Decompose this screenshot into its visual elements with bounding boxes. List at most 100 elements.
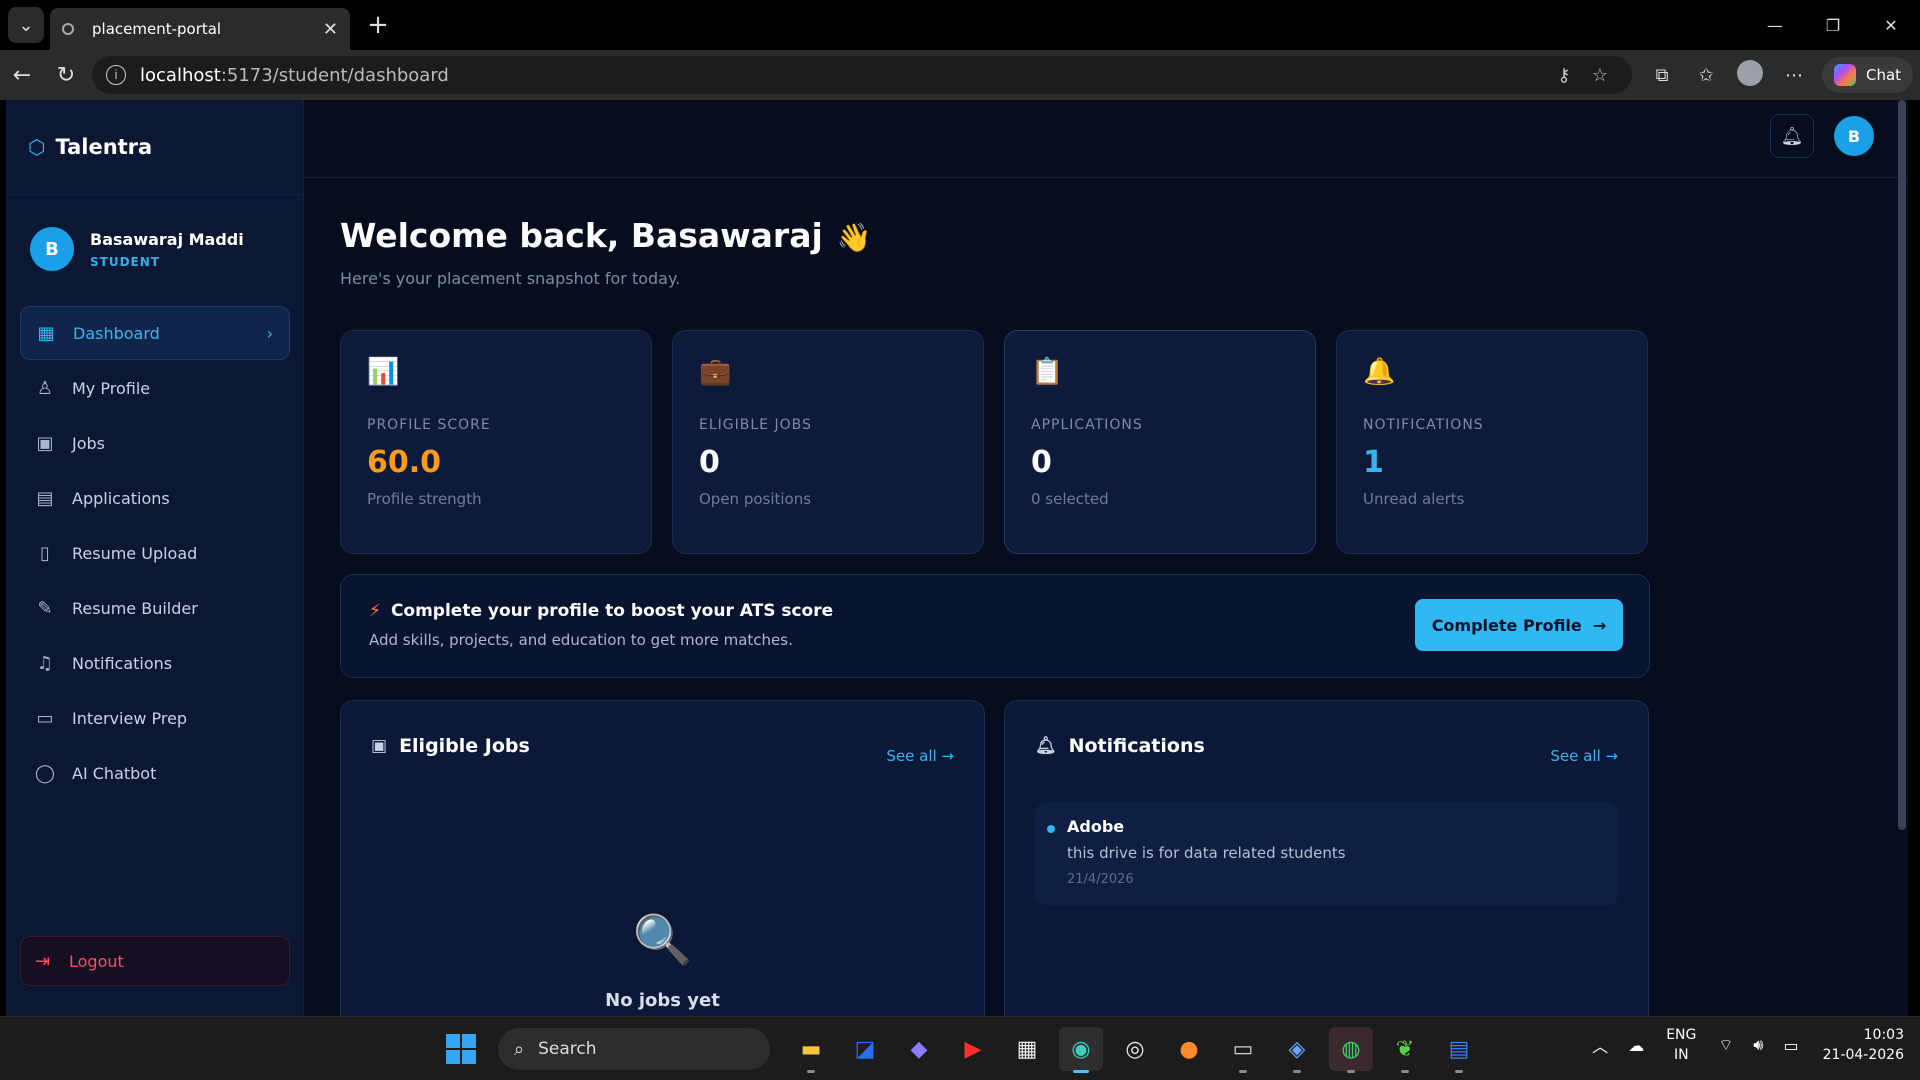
notifications-button[interactable]: 🔔︎ — [1770, 114, 1814, 158]
store-icon[interactable]: ▦ — [1005, 1027, 1049, 1071]
page-title: Welcome back, Basawaraj 👋 — [340, 216, 872, 255]
sidebar: ⬡ Talentra B Basawaraj Maddi STUDENT ▦ D… — [6, 100, 304, 1016]
youtube-icon[interactable]: ▶ — [951, 1027, 995, 1071]
bell-icon: ♫ — [36, 652, 54, 674]
sidebar-item-jobs[interactable]: ▣ Jobs — [20, 416, 290, 470]
top-bar: 🔔︎ B — [305, 100, 1908, 178]
brand[interactable]: ⬡ Talentra — [6, 100, 303, 195]
taskbar: ⌕ Search ▬ ◪ ◆ ▶ ▦ ◉ ◎ ● ▭ ◈ ◍ ❦ ▤ ︿ ☁ E… — [0, 1016, 1920, 1080]
browser-tab[interactable]: placement-portal ✕ — [50, 8, 350, 50]
clock[interactable]: 10:03 21-04-2026 — [1823, 1025, 1904, 1065]
book-icon: ▭ — [36, 707, 54, 729]
arrow-left-icon: ← — [12, 62, 32, 88]
start-button[interactable] — [446, 1034, 476, 1064]
notification-item[interactable]: Adobe this drive is for data related stu… — [1035, 803, 1618, 905]
logout-button[interactable]: ⇥ Logout — [20, 936, 290, 986]
profile-button[interactable] — [1728, 59, 1772, 91]
app-viewport: ⬡ Talentra B Basawaraj Maddi STUDENT ▦ D… — [6, 100, 1908, 1016]
complete-profile-button[interactable]: Complete Profile → — [1415, 599, 1623, 651]
search-icon: ⌕ — [514, 1038, 525, 1060]
bell-icon: 🔔︎ — [1035, 736, 1057, 756]
cloud-icon[interactable]: ☁ — [1628, 1036, 1644, 1055]
system-tray: ︿ ☁ ENG IN ⌔ 🔊︎ ▭ 10:03 21-04-2026 — [1582, 1025, 1904, 1065]
clipboard-icon: ▤ — [36, 487, 54, 509]
window-controls: — ❐ ✕ — [1746, 0, 1920, 50]
language-indicator[interactable]: ENG IN — [1666, 1025, 1696, 1065]
whatsapp-icon[interactable]: ◍ — [1329, 1027, 1373, 1073]
key-icon[interactable]: ⚷ — [1546, 65, 1582, 86]
restore-icon[interactable]: ❐ — [1804, 0, 1862, 50]
copilot-app-icon[interactable]: ◆ — [897, 1027, 941, 1071]
see-all-jobs-link[interactable]: See all → — [886, 747, 954, 765]
sidebar-item-my-profile[interactable]: ♙ My Profile — [20, 361, 290, 415]
back-button[interactable]: ← — [0, 55, 44, 95]
empty-state: 🔍 No jobs yet — [341, 911, 984, 1011]
extensions-icon[interactable]: ⧉ — [1640, 65, 1684, 86]
info-icon[interactable]: i — [106, 65, 126, 85]
stat-card-notifications[interactable]: 🔔 NOTIFICATIONS 1 Unread alerts — [1336, 330, 1648, 554]
avatar: B — [30, 227, 74, 271]
see-all-notifications-link[interactable]: See all → — [1550, 747, 1618, 765]
app-icon[interactable]: ◈ — [1275, 1027, 1319, 1073]
sidebar-item-resume-upload[interactable]: ▯ Resume Upload — [20, 526, 290, 580]
browser-tab-bar: ⌄ placement-portal ✕ + — ❐ ✕ — [0, 0, 1920, 50]
tab-actions-button[interactable]: ⌄ — [8, 7, 44, 43]
copilot-icon — [1834, 64, 1856, 86]
close-window-icon[interactable]: ✕ — [1862, 0, 1920, 50]
chevron-up-icon[interactable]: ︿ — [1592, 1033, 1608, 1057]
bell-icon: 🔔︎ — [1780, 125, 1804, 147]
battery-icon[interactable]: ▭ — [1784, 1036, 1799, 1055]
magnifier-icon: 🔍 — [632, 912, 693, 968]
file-explorer-icon[interactable]: ▬ — [789, 1027, 833, 1073]
wifi-icon[interactable]: ⌔ — [1718, 1035, 1733, 1055]
lightning-icon: ⚡︎ — [369, 601, 381, 621]
logout-icon: ⇥ — [35, 950, 51, 972]
close-tab-icon[interactable]: ✕ — [323, 19, 338, 40]
taskbar-search[interactable]: ⌕ Search — [498, 1028, 770, 1070]
app-icon[interactable]: ● — [1167, 1027, 1211, 1071]
arrow-right-icon: → — [1581, 615, 1607, 635]
sidebar-item-resume-builder[interactable]: ✎ Resume Builder — [20, 581, 290, 635]
eligible-jobs-panel: ▣ Eligible Jobs See all → 🔍 No jobs yet — [340, 700, 985, 1016]
address-bar[interactable]: i localhost:5173/student/dashboard ⚷ ☆ — [92, 56, 1632, 94]
reload-icon: ↻ — [56, 62, 76, 88]
new-tab-button[interactable]: + — [360, 10, 396, 40]
user-menu-avatar[interactable]: B — [1834, 116, 1874, 156]
dashboard-main: Welcome back, Basawaraj 👋 Here's your pla… — [340, 178, 1650, 1016]
unread-dot — [1047, 825, 1055, 833]
sidebar-item-notifications[interactable]: ♫ Notifications — [20, 636, 290, 690]
terminal-icon[interactable]: ▭ — [1221, 1027, 1265, 1073]
sidebar-item-applications[interactable]: ▤ Applications — [20, 471, 290, 525]
more-icon[interactable]: ⋯ — [1772, 65, 1816, 86]
user-role: STUDENT — [90, 254, 160, 269]
user-icon: ♙ — [36, 377, 54, 399]
profile-icon — [1737, 59, 1763, 86]
edge-browser-icon[interactable]: ◉ — [1059, 1027, 1103, 1073]
file-icon: ▯ — [40, 542, 50, 564]
stat-card-applications[interactable]: 📋 APPLICATIONS 0 0 selected — [1004, 330, 1316, 554]
briefcase-icon: ▣ — [371, 736, 388, 756]
chevron-right-icon: › — [266, 323, 273, 343]
volume-icon[interactable]: 🔊︎ — [1753, 1035, 1763, 1055]
briefcase-icon: ▣ — [36, 432, 54, 454]
waving-hand-icon: 👋 — [836, 221, 872, 254]
hexagon-logo-icon: ⬡ — [28, 135, 46, 159]
url-text[interactable]: localhost:5173/student/dashboard — [140, 65, 1546, 86]
scrollbar-thumb[interactable] — [1898, 100, 1906, 830]
stat-card-eligible-jobs[interactable]: 💼 ELIGIBLE JOBS 0 Open positions — [672, 330, 984, 554]
sidebar-item-dashboard[interactable]: ▦ Dashboard › — [20, 306, 290, 360]
bell-icon: 🔔 — [1363, 357, 1396, 387]
app-icon[interactable]: ❦ — [1383, 1027, 1427, 1073]
star-icon[interactable]: ☆ — [1582, 65, 1618, 86]
sidebar-item-ai-chatbot[interactable]: ◯ AI Chatbot — [20, 746, 290, 800]
minimize-icon[interactable]: — — [1746, 0, 1804, 50]
copilot-chat-button[interactable]: Chat — [1822, 57, 1914, 93]
reload-button[interactable]: ↻ — [44, 55, 88, 95]
word-icon[interactable]: ▤ — [1437, 1027, 1481, 1073]
stat-cards: 📊 PROFILE SCORE 60.0 Profile strength 💼 … — [340, 330, 1648, 554]
app-icon[interactable]: ◎ — [1113, 1027, 1157, 1071]
favorites-icon[interactable]: ✩ — [1684, 65, 1728, 86]
app-icon[interactable]: ◪ — [843, 1027, 887, 1071]
stat-card-profile-score[interactable]: 📊 PROFILE SCORE 60.0 Profile strength — [340, 330, 652, 554]
sidebar-item-interview-prep[interactable]: ▭ Interview Prep — [20, 691, 290, 745]
